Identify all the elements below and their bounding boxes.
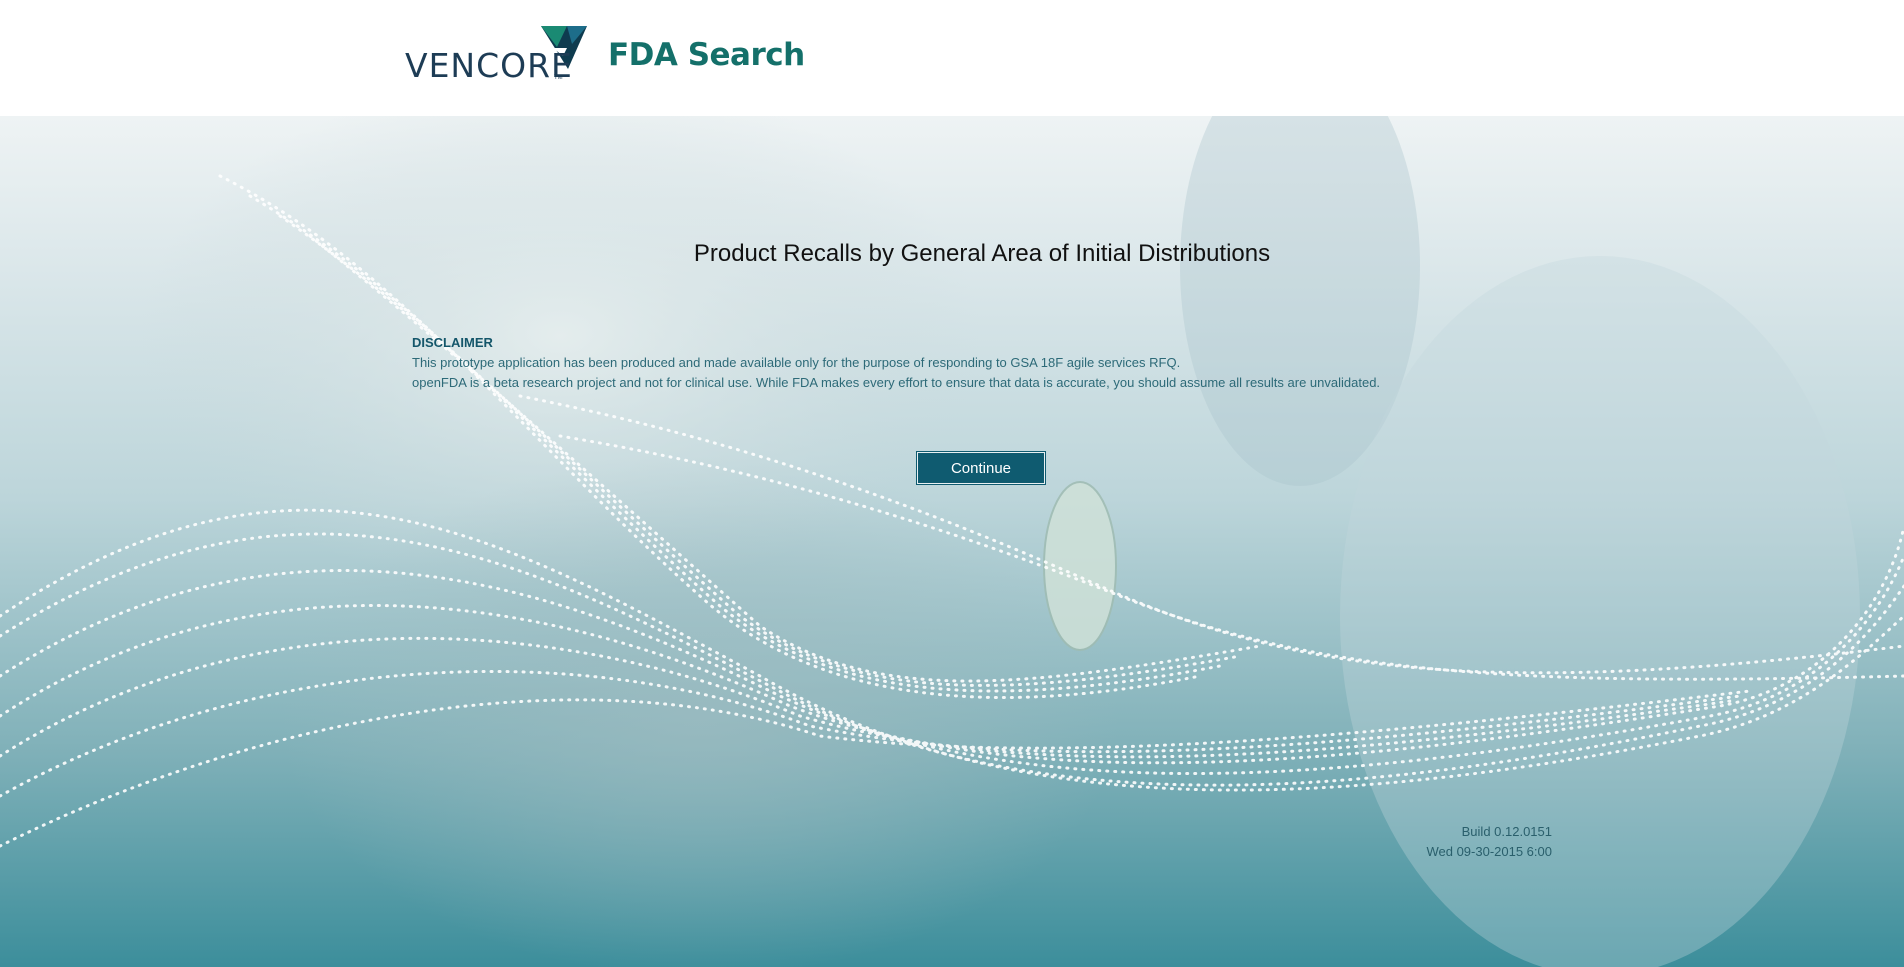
disclaimer: DISCLAIMER This prototype application ha… <box>412 333 1562 393</box>
page-title: Product Recalls by General Area of Initi… <box>693 240 1271 267</box>
continue-button[interactable]: Continue <box>917 452 1045 484</box>
build-date: Wed 09-30-2015 6:00 <box>1426 844 1552 859</box>
brand: VENCORE TM <box>405 22 587 82</box>
hero-section: Product Recalls by General Area of Initi… <box>0 116 1904 967</box>
disclaimer-line-2: openFDA is a beta research project and n… <box>412 375 1381 390</box>
vencore-logo[interactable]: VENCORE TM <box>405 26 587 82</box>
vencore-logo-text: VENCORE <box>405 46 573 85</box>
disclaimer-heading: DISCLAIMER <box>412 335 493 350</box>
header: VENCORE TM FDA Search <box>0 0 1904 116</box>
app-title: FDA Search <box>608 37 805 73</box>
trademark: TM <box>554 75 563 81</box>
build-version: Build 0.12.0151 <box>1461 824 1552 839</box>
build-info: Build 0.12.0151 Wed 09-30-2015 6:00 <box>1426 822 1552 862</box>
disclaimer-line-1: This prototype application has been prod… <box>412 355 1181 370</box>
